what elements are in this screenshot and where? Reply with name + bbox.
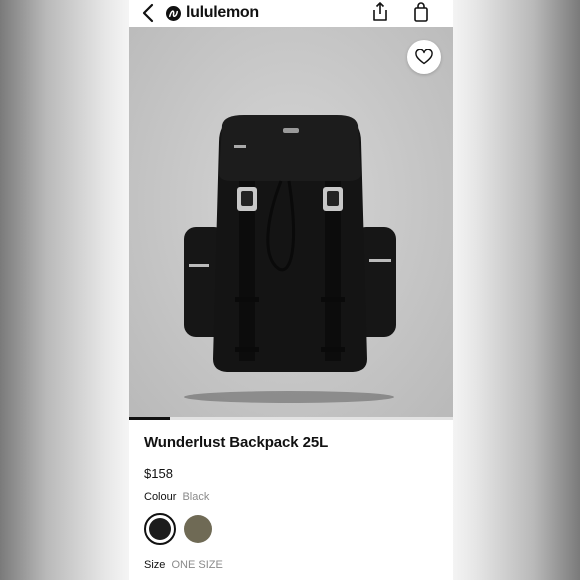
size-label: Size	[144, 559, 166, 571]
brand-logo[interactable]: lululemon	[166, 3, 259, 23]
share-button[interactable]	[370, 1, 390, 23]
back-button[interactable]	[139, 2, 159, 24]
top-bar: lululemon	[129, 0, 453, 27]
brand-name: lululemon	[186, 4, 259, 21]
shopping-bag-button[interactable]	[411, 1, 431, 23]
favorite-button[interactable]	[407, 40, 441, 74]
colour-selector-label: Colour Black	[144, 491, 209, 503]
back-chevron-icon	[142, 3, 154, 23]
heart-icon	[415, 49, 433, 65]
image-progress-bar	[129, 417, 453, 420]
swatch-black[interactable]	[144, 513, 176, 545]
swatch-black-color	[149, 518, 171, 540]
shopping-bag-icon	[414, 2, 428, 22]
product-page: lululemon Wunderlust Backpack 25L $158 C…	[129, 0, 453, 580]
lululemon-logo-icon	[166, 5, 181, 21]
product-title: Wunderlust Backpack 25L	[144, 434, 329, 451]
swatch-olive-color	[184, 515, 212, 543]
size-value: ONE SIZE	[171, 559, 223, 571]
backpack-product-image	[184, 115, 396, 403]
size-selector-label: Size ONE SIZE	[144, 559, 223, 571]
image-progress-fill	[129, 417, 170, 420]
colour-value: Black	[182, 491, 210, 503]
product-image-gallery[interactable]	[129, 27, 453, 417]
product-price: $158	[144, 466, 173, 481]
share-icon	[373, 2, 387, 21]
swatch-olive[interactable]	[182, 513, 214, 545]
colour-label: Colour	[144, 491, 177, 503]
